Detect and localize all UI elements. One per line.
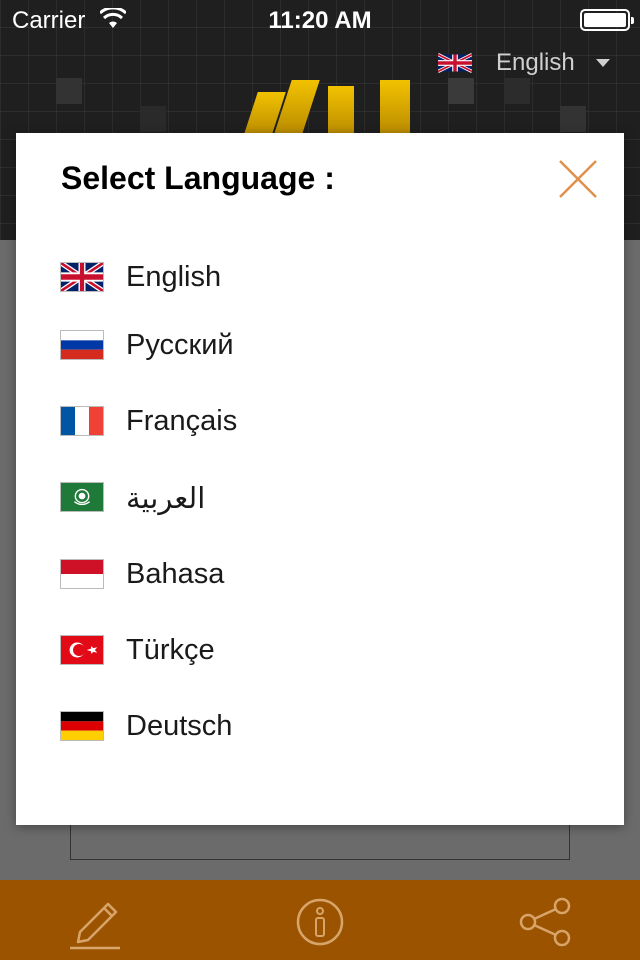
uk-flag-icon — [60, 262, 104, 292]
language-name: Français — [126, 405, 238, 437]
dialog-title: Select Language : — [61, 160, 335, 196]
indonesia-flag-icon — [60, 559, 104, 589]
arab-league-flag-icon — [60, 482, 104, 512]
language-name: English — [126, 261, 222, 293]
language-name: Deutsch — [126, 710, 233, 742]
turkey-flag-icon — [60, 635, 104, 665]
language-option-french[interactable]: Français — [16, 391, 624, 451]
language-option-arabic[interactable]: العربية — [16, 467, 624, 527]
language-dialog: Select Language : English Русский França… — [16, 133, 624, 825]
language-option-english[interactable]: English — [16, 247, 624, 307]
germany-flag-icon — [60, 711, 104, 741]
close-button[interactable] — [556, 157, 600, 201]
language-option-russian[interactable]: Русский — [16, 315, 624, 375]
language-option-turkish[interactable]: Türkçe — [16, 620, 624, 680]
language-name: Bahasa — [126, 558, 225, 590]
russia-flag-icon — [60, 330, 104, 360]
language-name: Русский — [126, 329, 234, 361]
language-name: Türkçe — [126, 634, 215, 666]
close-icon — [559, 160, 597, 198]
language-name: العربية — [126, 483, 206, 515]
language-option-german[interactable]: Deutsch — [16, 696, 624, 756]
france-flag-icon — [60, 406, 104, 436]
language-option-bahasa[interactable]: Bahasa — [16, 544, 624, 604]
